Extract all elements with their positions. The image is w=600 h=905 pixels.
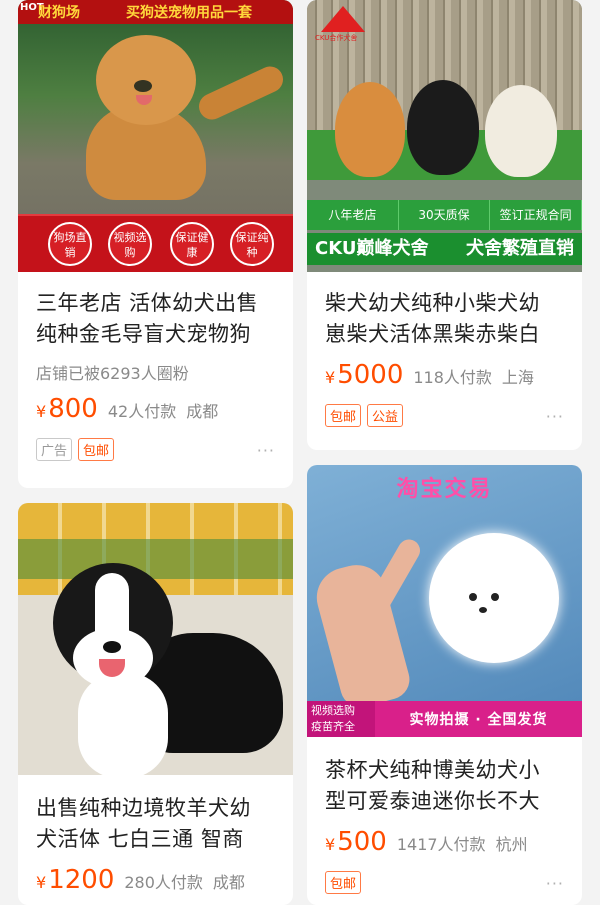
product-image[interactable] [18,503,293,775]
price-row: ¥5000 118人付款 上海 [325,360,564,390]
ad-tag: 广告 [36,438,73,461]
golden-retriever-illustration [66,35,288,220]
kennel-banner: CKU巅峰犬舍 犬舍繁殖直销 [307,233,582,265]
price-row: ¥1200 280人付款 成都 [36,865,275,895]
free-shipping-tag: 包邮 [325,404,362,427]
paid-count: 118人付款 [413,368,492,387]
promo-text: 买狗送宠物用品一套 [126,5,252,21]
product-title[interactable]: 茶杯犬纯种博美幼犬小 型可爱泰迪迷你长不大 [325,755,564,817]
free-shipping-tag: 包邮 [78,438,115,461]
price: ¥500 [325,827,387,857]
farm-name: 财狗场 [38,5,80,21]
image-badge-bar: 狗场直销 视频选购 保证健康 保证纯种 [18,214,293,272]
product-card[interactable]: CKU合作犬舍 八年老店 30天质保 签订正规合同 CKU巅峰犬舍 犬舍繁殖直销… [307,0,582,450]
city: 上海 [501,368,534,387]
badge: 保证纯种 [230,222,274,266]
shiba-red-illustration [335,82,405,177]
tag-row: 包邮 ··· [325,871,564,894]
product-title[interactable]: 柴犬幼犬纯种小柴犬幼 崽柴犬活体黑柴赤柴白 [325,288,564,350]
tag-row: 广告 包邮 ··· [36,438,275,461]
city: 成都 [212,873,245,892]
product-title[interactable]: 三年老店 活体幼犬出售 纯种金毛导盲犬宠物狗 [36,288,275,350]
pomeranian-illustration [429,533,559,663]
image-title: 淘宝交易 [396,477,493,502]
feature-bar: 八年老店 30天质保 签订正规合同 [307,200,582,230]
feature-item: 30天质保 [399,200,491,230]
shiba-white-illustration [485,85,557,177]
badge: 保证健康 [170,222,214,266]
charity-tag: 公益 [367,404,404,427]
badge: 视频选购 [108,222,152,266]
price-row: ¥800 42人付款 成都 [36,394,275,424]
product-card[interactable]: 淘宝交易 视频选购 疫苗齐全 实物拍摄 · 全国发货 茶杯犬纯种博美幼犬小 型可… [307,465,582,905]
border-collie-illustration [33,563,293,775]
product-image[interactable]: HOT 财狗场 买狗送宠物用品一套 狗场直销 视频选购 保证健康 保证纯种 [18,0,293,272]
product-title[interactable]: 出售纯种边境牧羊犬幼 犬活体 七白三通 智商 [36,793,275,855]
shiba-black-illustration [407,80,479,175]
image-bottom-bar: 视频选购 疫苗齐全 实物拍摄 · 全国发货 [307,701,582,737]
city: 成都 [186,402,219,421]
price-row: ¥500 1417人付款 杭州 [325,827,564,857]
price: ¥5000 [325,360,404,390]
more-icon[interactable]: ··· [546,407,564,426]
paid-count: 1417人付款 [396,835,486,854]
feature-item: 八年老店 [307,200,399,230]
free-shipping-tag: 包邮 [325,871,362,894]
badge: 狗场直销 [48,222,92,266]
product-image[interactable]: 淘宝交易 视频选购 疫苗齐全 实物拍摄 · 全国发货 [307,465,582,737]
city: 杭州 [495,835,528,854]
tag-row: 包邮 公益 ··· [325,404,564,427]
product-card[interactable]: 出售纯种边境牧羊犬幼 犬活体 七白三通 智商 ¥1200 280人付款 成都 [18,503,293,905]
paid-count: 280人付款 [124,873,203,892]
price: ¥1200 [36,865,115,895]
more-icon[interactable]: ··· [257,441,275,460]
image-banner: HOT 财狗场 买狗送宠物用品一套 [18,0,293,24]
more-icon[interactable]: ··· [546,874,564,893]
shop-followers: 店铺已被6293人圈粉 [36,364,189,383]
price: ¥800 [36,394,98,424]
paid-count: 42人付款 [107,402,177,421]
feature-item: 签订正规合同 [490,200,582,230]
cku-logo-icon: CKU合作犬舍 [315,6,371,46]
product-card[interactable]: HOT 财狗场 买狗送宠物用品一套 狗场直销 视频选购 保证健康 保证纯种 三年… [18,0,293,488]
product-image[interactable]: CKU合作犬舍 八年老店 30天质保 签订正规合同 CKU巅峰犬舍 犬舍繁殖直销 [307,0,582,272]
